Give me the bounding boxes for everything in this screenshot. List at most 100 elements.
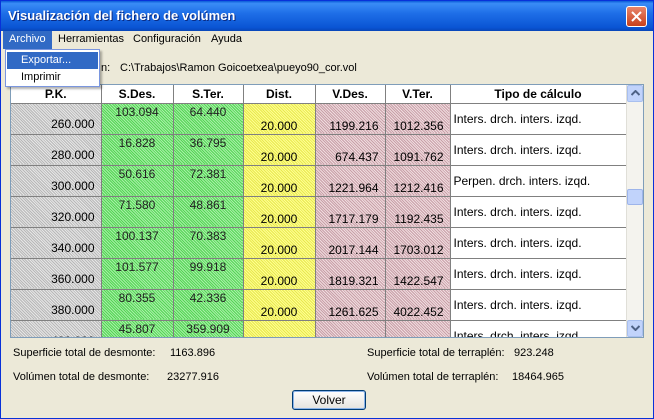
cell-vter[interactable]: 3708.132 xyxy=(385,320,451,337)
cell-tipo[interactable]: Inters. drch. inters. izqd. xyxy=(450,258,627,290)
table-row[interactable]: 320.000 71.580 48.861 20.000 1717.179 1192.43… xyxy=(11,196,627,228)
cell-ster[interactable]: 99.918 xyxy=(173,258,244,290)
cell-dist[interactable]: 20.000 xyxy=(243,103,316,135)
cell-vdes[interactable]: 1221.964 xyxy=(315,165,386,197)
cell-vter[interactable]: 1422.547 xyxy=(385,258,451,290)
cell-vter[interactable]: 1012.356 xyxy=(385,103,451,135)
cell-pk[interactable]: 280.000 xyxy=(11,134,102,166)
sup-terraplen-label: Superficie total de terraplén: xyxy=(367,347,505,359)
cell-ster[interactable]: 36.795 xyxy=(173,134,244,166)
cell-ster[interactable]: 48.861 xyxy=(173,196,244,228)
cell-pk[interactable]: 340.000 xyxy=(11,227,102,259)
cell-ster[interactable]: 70.383 xyxy=(173,227,244,259)
cell-pk[interactable]: 380.000 xyxy=(11,289,102,321)
cell-vter[interactable]: 1212.416 xyxy=(385,165,451,197)
cell-sdes[interactable]: 16.828 xyxy=(101,134,174,166)
vertical-scrollbar[interactable] xyxy=(626,85,643,337)
volver-button[interactable]: Volver xyxy=(292,390,366,410)
cell-ster[interactable]: 359.909 xyxy=(173,320,244,337)
vol-terraplen-label: Volúmen total de terraplén: xyxy=(367,371,499,383)
cell-tipo[interactable]: Inters. drch. inters. izqd. xyxy=(450,103,627,135)
cell-tipo[interactable]: Perpen. drch. inters. izqd. xyxy=(450,165,627,197)
window-title: Visualización del fichero de volúmen xyxy=(8,8,236,23)
table-row[interactable]: 260.000 103.094 64.440 20.000 1199.216 1012.3… xyxy=(11,103,627,135)
vol-desmonte-label: Volúmen total de desmonte: xyxy=(13,371,150,383)
col-header-ster[interactable]: S.Ter. xyxy=(173,85,244,104)
cell-tipo[interactable]: Inters. drch. inters. izqd. xyxy=(450,227,627,259)
menu-ayuda[interactable]: Ayuda xyxy=(205,31,248,49)
cell-dist[interactable]: 20.000 xyxy=(243,227,316,259)
menu-archivo[interactable]: Archivo xyxy=(3,31,52,49)
chevron-down-icon xyxy=(631,325,640,331)
cell-vdes[interactable]: 1199.216 xyxy=(315,103,386,135)
menu-herramientas[interactable]: Herramientas xyxy=(52,31,130,49)
menu-option-exportar[interactable]: Exportar... xyxy=(7,52,98,69)
archivo-dropdown: Exportar... Imprimir xyxy=(5,49,100,87)
close-button[interactable] xyxy=(626,6,647,27)
cell-vdes[interactable]: 1261.625 xyxy=(315,289,386,321)
table-row[interactable]: 280.000 16.828 36.795 20.000 674.437 1091.762… xyxy=(11,134,627,166)
cell-sdes[interactable]: 45.807 xyxy=(101,320,174,337)
cell-tipo[interactable]: Inters. drch. inters. izqd. xyxy=(450,320,627,337)
col-header-pk[interactable]: P.K. xyxy=(11,85,102,104)
vol-desmonte-value: 23277.916 xyxy=(167,371,219,383)
cell-vdes[interactable]: 674.437 xyxy=(315,134,386,166)
cell-ster[interactable]: 72.381 xyxy=(173,165,244,197)
cell-vdes[interactable]: 1685.598 xyxy=(315,320,386,337)
table-row[interactable]: 360.000 101.577 99.918 20.000 1819.321 1422.5… xyxy=(11,258,627,290)
menu-configuracion[interactable]: Configuración xyxy=(127,31,207,49)
file-label: n: xyxy=(101,62,111,74)
cell-sdes[interactable]: 100.137 xyxy=(101,227,174,259)
cell-dist[interactable]: 20.000 xyxy=(243,258,316,290)
sup-terraplen-value: 923.248 xyxy=(514,347,554,359)
cell-vter[interactable]: 1192.435 xyxy=(385,196,451,228)
cell-tipo[interactable]: Inters. drch. inters. izqd. xyxy=(450,134,627,166)
sup-desmonte-value: 1163.896 xyxy=(170,347,216,359)
cell-vdes[interactable]: 1819.321 xyxy=(315,258,386,290)
cell-sdes[interactable]: 71.580 xyxy=(101,196,174,228)
cell-vdes[interactable]: 1717.179 xyxy=(315,196,386,228)
cell-pk[interactable]: 400.000 xyxy=(11,320,102,337)
table-row[interactable]: 300.000 50.616 72.381 20.000 1221.964 1212.41… xyxy=(11,165,627,197)
cell-sdes[interactable]: 50.616 xyxy=(101,165,174,197)
cell-tipo[interactable]: Inters. drch. inters. izqd. xyxy=(450,289,627,321)
col-header-tipo[interactable]: Tipo de cálculo xyxy=(450,85,627,104)
cell-pk[interactable]: 360.000 xyxy=(11,258,102,290)
cell-vter[interactable]: 1703.012 xyxy=(385,227,451,259)
cell-sdes[interactable]: 103.094 xyxy=(101,103,174,135)
col-header-vter[interactable]: V.Ter. xyxy=(385,85,451,104)
title-bar[interactable]: Visualización del fichero de volúmen xyxy=(1,1,653,31)
table-row[interactable]: 380.000 80.355 42.336 20.000 1261.625 4022.45… xyxy=(11,289,627,321)
cell-dist[interactable]: 20.000 xyxy=(243,320,316,337)
cell-pk[interactable]: 320.000 xyxy=(11,196,102,228)
cell-pk[interactable]: 260.000 xyxy=(11,103,102,135)
volume-table[interactable]: P.K. S.Des. S.Ter. Dist. V.Des. V.Ter. T… xyxy=(10,84,644,338)
cell-vdes[interactable]: 2017.144 xyxy=(315,227,386,259)
cell-sdes[interactable]: 80.355 xyxy=(101,289,174,321)
cell-sdes[interactable]: 101.577 xyxy=(101,258,174,290)
table-row[interactable]: 340.000 100.137 70.383 20.000 2017.144 1703.0… xyxy=(11,227,627,259)
close-icon xyxy=(631,11,642,22)
cell-pk[interactable]: 300.000 xyxy=(11,165,102,197)
cell-vter[interactable]: 1091.762 xyxy=(385,134,451,166)
col-header-dist[interactable]: Dist. xyxy=(243,85,316,104)
cell-dist[interactable]: 20.000 xyxy=(243,134,316,166)
cell-dist[interactable]: 20.000 xyxy=(243,289,316,321)
header-row: P.K. S.Des. S.Ter. Dist. V.Des. V.Ter. T… xyxy=(11,85,627,104)
scroll-thumb[interactable] xyxy=(627,189,643,205)
cell-dist[interactable]: 20.000 xyxy=(243,196,316,228)
menu-bar: Archivo Herramientas Configuración Ayuda xyxy=(1,31,653,49)
cell-ster[interactable]: 42.336 xyxy=(173,289,244,321)
cell-vter[interactable]: 4022.452 xyxy=(385,289,451,321)
cell-ster[interactable]: 64.440 xyxy=(173,103,244,135)
col-header-sdes[interactable]: S.Des. xyxy=(101,85,174,104)
col-header-vdes[interactable]: V.Des. xyxy=(315,85,386,104)
cell-dist[interactable]: 20.000 xyxy=(243,165,316,197)
sup-desmonte-label: Superficie total de desmonte: xyxy=(13,347,156,359)
cell-tipo[interactable]: Inters. drch. inters. izqd. xyxy=(450,196,627,228)
menu-option-imprimir[interactable]: Imprimir xyxy=(7,69,98,86)
scroll-up-button[interactable] xyxy=(627,85,643,102)
scroll-down-button[interactable] xyxy=(627,320,643,337)
table-row[interactable]: 400.00045.807359.90920.0001685.5983708.1… xyxy=(11,320,627,337)
main-window: Visualización del fichero de volúmen Arc… xyxy=(0,0,654,419)
